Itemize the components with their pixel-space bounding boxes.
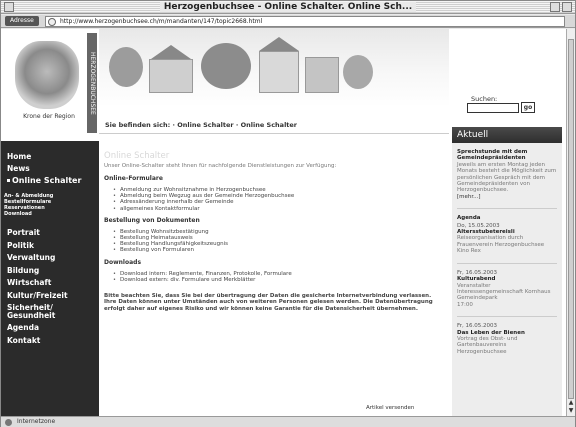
browser-window: Herzogenbuchsee - Online Schalter. Onlin… — [0, 0, 576, 427]
window-title: Herzogenbuchsee - Online Schalter. Onlin… — [159, 2, 417, 12]
nav-online-schalter[interactable]: Online Schalter — [1, 175, 99, 187]
nav-download[interactable]: Download — [1, 211, 99, 217]
header-divider — [99, 133, 449, 134]
link-list: Anmeldung zur Wohnsitznahme in Herzogenb… — [113, 187, 444, 212]
section-heading: Online-Formulare — [104, 175, 163, 182]
nav-sicherheit-gesundheit[interactable]: Sicherheit/ Gesundheit — [1, 302, 61, 322]
search-input[interactable] — [467, 103, 519, 113]
main-content: Online Schalter Unser Online-Schalter st… — [104, 151, 444, 411]
collapse-box-icon[interactable] — [562, 2, 572, 12]
page-title: Online Schalter — [104, 151, 170, 161]
search-go-button[interactable]: go — [521, 102, 535, 113]
event-line: Kino Rex — [457, 248, 481, 255]
nav-verwaltung[interactable]: Verwaltung — [1, 252, 99, 265]
nav-news[interactable]: News — [1, 163, 99, 175]
security-notice: Bitte beachten Sie, dass Sie bei der übe… — [104, 293, 433, 312]
agenda-title: Agenda — [457, 215, 481, 222]
aktuell-panel: Aktuell Sprechstunde mit dem Gemeindeprä… — [452, 127, 562, 416]
event-line: Veranstalter Interessengemeinschaft Korn… — [457, 282, 551, 295]
header-image — [99, 29, 449, 107]
section-heading: Bestellung von Dokumenten — [104, 216, 200, 224]
url-field[interactable]: http://www.herzogenbuchsee.ch/m/mandante… — [45, 16, 565, 27]
crest-icon — [15, 41, 79, 109]
nav-home[interactable]: Home — [1, 151, 99, 163]
logo[interactable]: Krone der Region HERZOGENBUCHSEE — [1, 29, 99, 141]
vertical-scrollbar[interactable]: ▲ ▼ — [566, 29, 575, 416]
breadcrumb: Sie befinden sich: · Online Schalter · O… — [105, 121, 298, 129]
nav-portrait[interactable]: Portrait — [1, 227, 99, 240]
more-link[interactable]: [mehr...] — [457, 194, 557, 200]
scroll-down-icon[interactable]: ▼ — [568, 407, 574, 414]
sub-nav: An- & Abmeldung Bestellformulare Reserva… — [1, 193, 99, 217]
web-page: Krone der Region HERZOGENBUCHSEE Home Ne… — [1, 29, 566, 416]
scroll-thumb[interactable] — [568, 39, 574, 399]
intro-text: Unser Online-Schalter steht Ihnen für na… — [104, 163, 337, 169]
aktuell-title: Aktuell — [452, 127, 562, 143]
title-bar: Herzogenbuchsee - Online Schalter. Onlin… — [1, 1, 575, 14]
nav-wirtschaft[interactable]: Wirtschaft — [1, 277, 99, 290]
link-list: Download intern: Reglemente, Finanzen, P… — [113, 271, 444, 284]
left-sidebar: Krone der Region HERZOGENBUCHSEE Home Ne… — [1, 29, 99, 416]
event-line: Vortrag des Obst- und Gartenbauvereins H… — [457, 335, 518, 355]
news-text: Jeweils am ersten Montag jeden Monats be… — [457, 161, 557, 194]
link-list: Bestellung Wohnsitzbestätigung Bestellun… — [113, 229, 444, 254]
aktuell-body: Sprechstunde mit dem Gemeindepräsidenten… — [452, 143, 562, 361]
main-nav: Home News Online Schalter An- & Abmeldun… — [1, 151, 99, 347]
address-label: Adresse — [5, 16, 39, 26]
list-item[interactable]: Download extern: div. Formulare und Merk… — [113, 277, 444, 283]
nav-kontakt[interactable]: Kontakt — [1, 335, 99, 348]
page-icon — [48, 18, 56, 26]
nav-politik[interactable]: Politik — [1, 240, 99, 253]
list-item[interactable]: Bestellung von Formularen — [113, 247, 444, 253]
zoom-box-icon[interactable] — [550, 2, 560, 12]
address-bar: Adresse http://www.herzogenbuchsee.ch/m/… — [1, 15, 575, 28]
nav-kultur-freizeit[interactable]: Kultur/Freizeit — [1, 290, 99, 303]
search-label: Suchen: — [471, 95, 498, 103]
logo-vertical-text: HERZOGENBUCHSEE — [87, 33, 97, 133]
logo-caption: Krone der Region — [23, 113, 75, 120]
event-line: Reiseorganisation durch Frauenverein Her… — [457, 235, 545, 248]
nav-agenda[interactable]: Agenda — [1, 322, 99, 335]
globe-icon — [5, 419, 12, 426]
news-heading[interactable]: Sprechstunde mit dem Gemeindepräsidenten — [457, 149, 557, 162]
list-item[interactable]: allgemeines Kontaktformular — [113, 206, 444, 212]
secondary-nav: Portrait Politik Verwaltung Bildung Wirt… — [1, 227, 99, 347]
nav-bildung[interactable]: Bildung — [1, 265, 99, 278]
send-article-link[interactable]: Artikel versenden — [366, 405, 414, 411]
status-bar: Internetzone — [1, 416, 575, 427]
event-line: 17:00 — [457, 301, 473, 308]
status-text: Internetzone — [17, 418, 56, 425]
scroll-up-icon[interactable]: ▲ — [568, 399, 574, 406]
section-heading: Downloads — [104, 258, 142, 266]
